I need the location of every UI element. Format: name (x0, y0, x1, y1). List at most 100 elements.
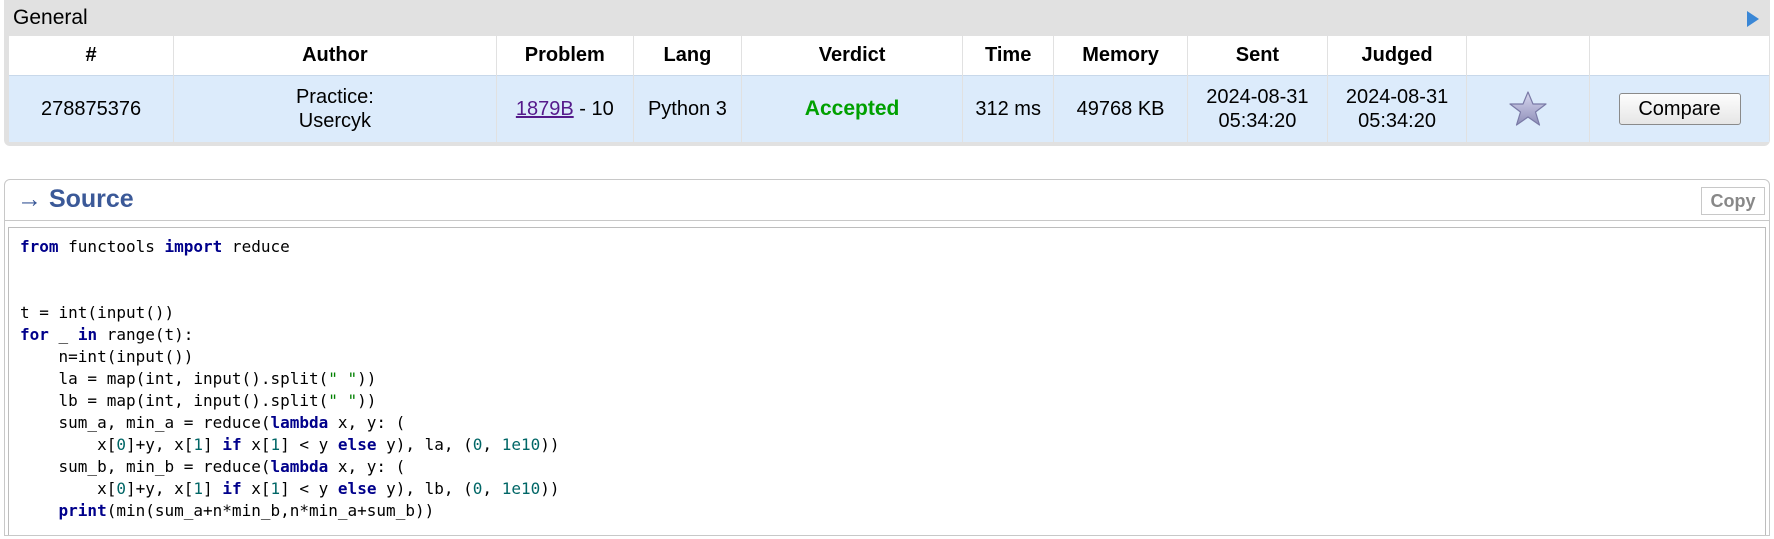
sent-date: 2024-08-31 (1206, 86, 1309, 108)
code-keyword: else (337, 479, 377, 498)
copy-button[interactable]: Copy (1701, 187, 1765, 215)
code-token: range(t): (97, 325, 194, 344)
col-header-id[interactable]: # (9, 36, 175, 76)
code-token: t = int(input()) (20, 303, 175, 322)
submission-table: # Author Problem Lang Verdict Time Memor… (9, 36, 1769, 142)
code-token: reduce (222, 237, 290, 256)
code-keyword: import (164, 237, 223, 256)
code-token: )) (357, 391, 377, 410)
source-code[interactable]: from functools import reduce t = int(inpu… (9, 228, 1765, 522)
code-line: x[0]+y, x[1] if x[1] < y else y), la, (0… (20, 434, 1765, 456)
code-token: ] < y (280, 435, 338, 454)
compare-cell: Compare (1589, 75, 1769, 142)
code-keyword: from (20, 237, 59, 256)
judged-cell: 2024-08-31 05:34:20 (1327, 75, 1468, 142)
code-token: , (482, 479, 502, 498)
code-token: x[ (241, 435, 271, 454)
verdict-cell: Accepted (741, 75, 964, 142)
code-token: ]+y, x[ (125, 435, 194, 454)
source-title[interactable]: → Source (17, 185, 134, 214)
col-header-judged[interactable]: Judged (1327, 36, 1468, 76)
lang-cell: Python 3 (633, 75, 742, 142)
sent-time: 05:34:20 (1218, 110, 1297, 132)
submission-id: 278875376 (9, 75, 175, 142)
col-header-favorite (1466, 36, 1591, 76)
code-token: y), la, ( (376, 435, 473, 454)
code-keyword: if (222, 435, 242, 454)
source-panel: → Source Copy from functools import redu… (4, 179, 1770, 536)
problem-test-suffix: - 10 (573, 98, 614, 120)
code-number: 1 (193, 435, 204, 454)
code-number: 1 (270, 435, 281, 454)
play-icon[interactable] (1746, 10, 1760, 28)
favorite-cell (1466, 75, 1591, 142)
code-line: la = map(int, input().split(" ")) (20, 368, 1765, 390)
code-token: lb = map(int, input().split( (20, 391, 329, 410)
code-line: t = int(input()) (20, 302, 1765, 324)
author-name[interactable]: Usercyk (174, 109, 495, 133)
code-line: from functools import reduce (20, 236, 1765, 258)
code-number: 0 (472, 435, 483, 454)
col-header-author[interactable]: Author (173, 36, 497, 76)
code-viewer[interactable]: from functools import reduce t = int(inpu… (8, 227, 1766, 535)
col-header-time[interactable]: Time (962, 36, 1055, 76)
code-line: print(min(sum_a+n*min_b,n*min_a+sum_b)) (20, 500, 1765, 522)
panel-title: General (13, 6, 88, 29)
code-token: n=int(input()) (20, 347, 194, 366)
author-prefix: Practice: (295, 86, 374, 108)
code-string: " " (328, 369, 358, 388)
code-number: 1e10 (501, 479, 541, 498)
code-token: ] (203, 435, 223, 454)
problem-link[interactable]: 1879B (516, 98, 574, 120)
code-keyword: print (58, 501, 107, 520)
col-header-memory[interactable]: Memory (1053, 36, 1189, 76)
code-line: sum_a, min_a = reduce(lambda x, y: ( (20, 412, 1765, 434)
judged-time: 05:34:20 (1358, 110, 1436, 132)
code-token: x[ (20, 435, 117, 454)
col-header-verdict[interactable]: Verdict (741, 36, 964, 76)
code-token: x[ (241, 479, 271, 498)
col-header-sent[interactable]: Sent (1187, 36, 1328, 76)
compare-button[interactable]: Compare (1618, 93, 1741, 125)
star-icon[interactable] (1508, 90, 1548, 128)
judged-date: 2024-08-31 (1345, 86, 1449, 108)
code-token: (min(sum_a+n*min_b,n*min_a+sum_b)) (106, 501, 435, 520)
code-token: )) (357, 369, 377, 388)
col-header-lang[interactable]: Lang (633, 36, 742, 76)
problem-cell: 1879B - 10 (496, 75, 635, 142)
table-row: 278875376 Practice: Usercyk 1879B - 10 P… (9, 75, 1769, 142)
code-token: )) (540, 435, 560, 454)
code-token: ] < y (280, 479, 338, 498)
code-token: functools (58, 237, 165, 256)
code-line: n=int(input()) (20, 346, 1765, 368)
code-token: la = map(int, input().split( (20, 369, 329, 388)
code-token: )) (540, 479, 560, 498)
time-cell: 312 ms (962, 75, 1055, 142)
code-keyword: lambda (270, 413, 329, 432)
code-line: lb = map(int, input().split(" ")) (20, 390, 1765, 412)
code-token: _ (48, 325, 78, 344)
table-header-row: # Author Problem Lang Verdict Time Memor… (9, 36, 1769, 76)
code-keyword: lambda (270, 457, 329, 476)
code-number: 0 (116, 435, 126, 454)
code-token: y), lb, ( (376, 479, 473, 498)
code-number: 1 (193, 479, 204, 498)
verdict-status: Accepted (804, 97, 900, 120)
code-keyword: if (222, 479, 242, 498)
code-keyword: else (337, 435, 377, 454)
code-string: " " (328, 391, 358, 410)
author-cell: Practice: Usercyk (173, 75, 497, 142)
col-header-problem[interactable]: Problem (496, 36, 635, 76)
code-number: 1e10 (501, 435, 541, 454)
code-keyword: in (77, 325, 98, 344)
code-token: ] (203, 479, 223, 498)
code-keyword: for (20, 325, 49, 344)
code-token: ]+y, x[ (125, 479, 194, 498)
code-token: , (482, 435, 502, 454)
code-number: 0 (472, 479, 483, 498)
code-line: for _ in range(t): (20, 324, 1765, 346)
code-number: 0 (116, 479, 126, 498)
